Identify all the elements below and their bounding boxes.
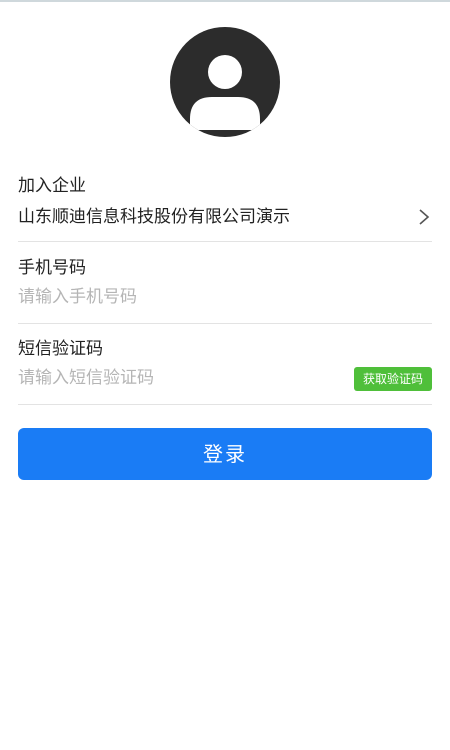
top-border — [0, 0, 450, 2]
phone-input[interactable]: 请输入手机号码 — [18, 287, 137, 307]
divider — [18, 323, 432, 324]
divider — [18, 404, 432, 405]
user-avatar-icon — [170, 27, 280, 137]
sms-code-input[interactable]: 请输入短信验证码 — [18, 368, 154, 388]
divider — [18, 241, 432, 242]
sms-label: 短信验证码 — [18, 339, 103, 359]
phone-label: 手机号码 — [18, 258, 86, 278]
company-value: 山东顺迪信息科技股份有限公司演示 — [18, 207, 290, 227]
login-button[interactable]: 登录 — [18, 428, 432, 480]
get-code-button[interactable]: 获取验证码 — [354, 367, 432, 391]
company-label: 加入企业 — [18, 176, 86, 196]
chevron-right-icon[interactable] — [418, 208, 430, 226]
